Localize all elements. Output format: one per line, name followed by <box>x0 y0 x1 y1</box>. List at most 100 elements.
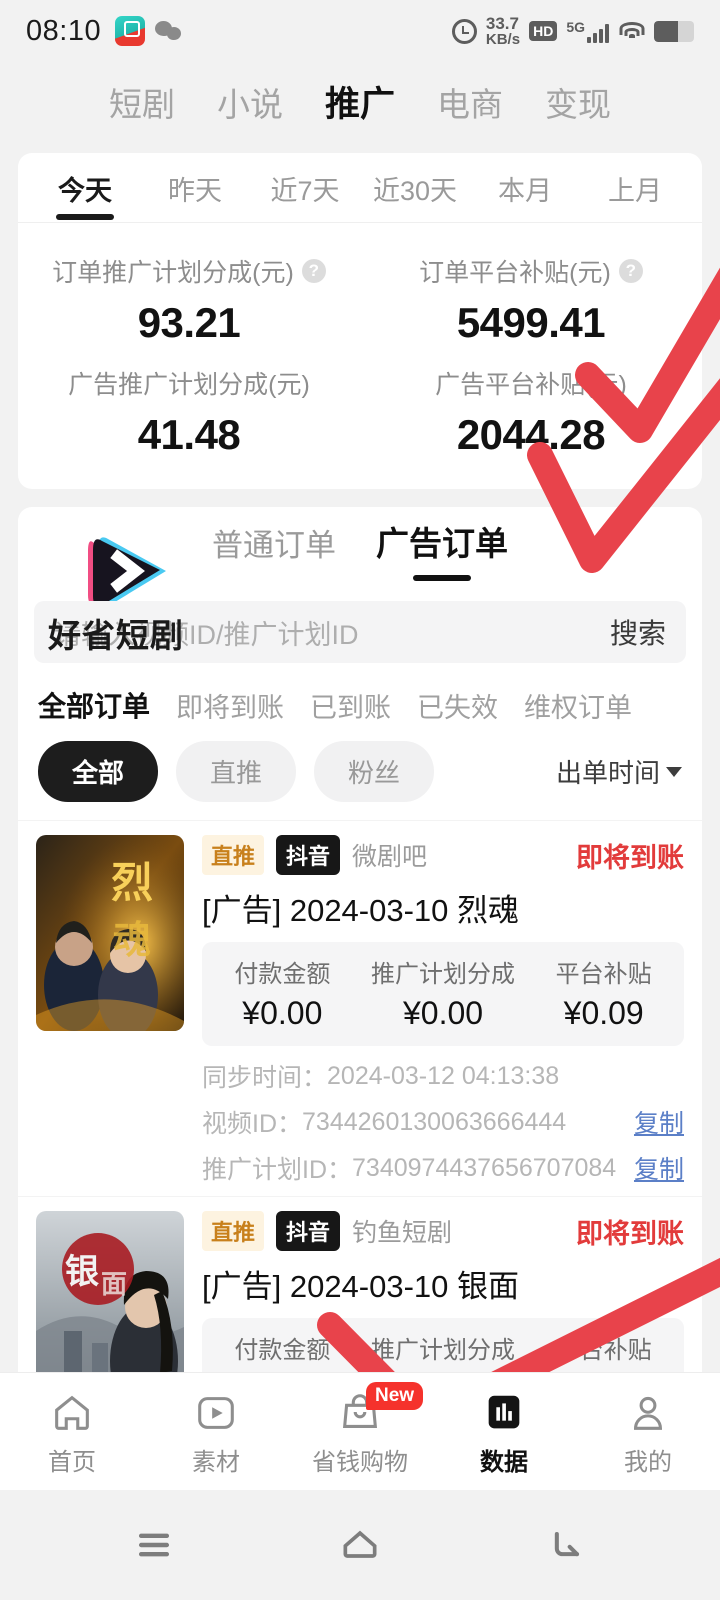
app-screen: 08:10 33.7 KB/s HD 5G 短剧 小说 推广 电商 变现 今天 … <box>0 0 720 1600</box>
order-meta-row: 直推 抖音 微剧吧 即将到账 <box>202 835 684 875</box>
search-input[interactable]: 请输入视频ID/推广计划ID <box>54 613 359 652</box>
stat-label-text: 订单推广计划分成(元) <box>52 259 294 287</box>
nav-label: 省钱购物 <box>312 1449 408 1476</box>
amount-payment: 付款金额 ¥0.00 <box>202 954 363 1032</box>
hd-icon: HD <box>529 21 558 41</box>
chip-fans[interactable]: 粉丝 <box>314 741 435 802</box>
copy-video-id-button[interactable]: 复制 <box>634 1104 684 1140</box>
date-tab-last7days[interactable]: 近7天 <box>250 153 360 222</box>
stat-order-plan-share: 订单推广计划分成(元) ? 93.21 <box>18 239 360 351</box>
back-icon[interactable] <box>538 1517 594 1573</box>
video-id-label: 视频ID： <box>202 1110 303 1138</box>
video-id-value: 7344260130063666444 <box>302 1107 567 1136</box>
date-tab-last30days[interactable]: 近30天 <box>360 153 470 222</box>
new-badge: New <box>366 1382 424 1410</box>
wechat-notification-icon <box>155 19 183 43</box>
nav-item-shopping[interactable]: New 省钱购物 <box>288 1382 432 1477</box>
nav-label: 我的 <box>624 1449 672 1476</box>
tab-xiaoshuo[interactable]: 小说 <box>217 78 283 126</box>
network-speed: 33.7 KB/s <box>486 15 520 47</box>
orders-panel-header: 普通订单 广告订单 <box>18 507 702 607</box>
tag-source: 直推 <box>202 1211 265 1251</box>
nav-item-material[interactable]: 素材 <box>144 1386 288 1477</box>
status-bar-app-icons <box>115 16 183 46</box>
status-bar: 08:10 33.7 KB/s HD 5G <box>0 0 720 62</box>
date-range-tabs: 今天 昨天 近7天 近30天 本月 上月 <box>18 153 702 223</box>
order-status-filters: 全部订单 即将到账 已到账 已失效 维权订单 <box>18 663 702 731</box>
svg-text:魂: 魂 <box>113 920 151 962</box>
amount-value: ¥0.00 <box>242 995 323 1031</box>
order-list-item[interactable]: 烈 魂 直推 抖音 微剧吧 即将到账 [广告] 2024-03-10 烈魂 付款… <box>18 820 702 1196</box>
stat-value: 5499.41 <box>456 299 606 346</box>
order-tab-ad[interactable]: 广告订单 <box>376 517 508 583</box>
plan-id-value: 7340974437656707084 <box>352 1153 617 1182</box>
top-category-tabs: 短剧 小说 推广 电商 变现 <box>0 62 720 153</box>
order-channel: 微剧吧 <box>352 843 428 871</box>
stat-label-text: 订单平台补贴(元) <box>419 259 611 287</box>
filter-all-orders[interactable]: 全部订单 <box>38 685 150 725</box>
date-tab-today[interactable]: 今天 <box>30 153 140 222</box>
filter-rights[interactable]: 维权订单 <box>524 686 632 725</box>
svg-text:面: 面 <box>101 1270 127 1299</box>
nav-label: 首页 <box>48 1449 96 1476</box>
stat-order-platform-subsidy: 订单平台补贴(元) ? 5499.41 <box>360 239 702 351</box>
order-channel: 钓鱼短剧 <box>352 1219 453 1247</box>
search-button[interactable]: 搜索 <box>610 612 666 652</box>
stat-label-text: 广告平台补贴(元) <box>435 371 627 399</box>
network-speed-value: 33.7 <box>485 14 519 33</box>
order-amounts: 付款金额 ¥0.00 推广计划分成 ¥0.00 平台补贴 ¥0.09 <box>202 942 684 1046</box>
video-icon <box>144 1386 288 1440</box>
chip-direct[interactable]: 直推 <box>176 741 297 802</box>
nav-label: 数据 <box>480 1449 528 1476</box>
video-id-row: 视频ID： 7344260130063666444 复制 <box>202 1104 684 1140</box>
search-bar[interactable]: 请输入视频ID/推广计划ID 搜索 好省短剧 <box>34 601 686 663</box>
nav-item-home[interactable]: 首页 <box>0 1386 144 1477</box>
status-bar-indicators: 33.7 KB/s HD 5G <box>451 15 694 47</box>
help-icon[interactable]: ? <box>618 259 643 283</box>
chevron-down-icon <box>666 766 682 777</box>
alarm-icon <box>451 18 477 44</box>
network-type-label: 5G <box>566 19 585 35</box>
stat-label: 广告推广计划分成(元) <box>68 365 310 401</box>
amount-value: ¥0.09 <box>563 995 644 1031</box>
stat-value: 2044.28 <box>456 411 606 458</box>
filter-received[interactable]: 已到账 <box>310 686 391 725</box>
tab-bianxian[interactable]: 变现 <box>545 78 611 126</box>
amount-label: 平台补贴 <box>555 961 652 988</box>
copy-plan-id-button[interactable]: 复制 <box>634 1150 684 1186</box>
filter-pending[interactable]: 即将到账 <box>176 686 284 725</box>
amount-label: 付款金额 <box>234 961 331 988</box>
tag-platform: 抖音 <box>276 835 341 875</box>
app-notification-icon <box>115 16 146 46</box>
plan-id-row: 推广计划ID： 7340974437656707084 复制 <box>202 1150 684 1186</box>
order-thumbnail: 烈 魂 <box>36 835 184 1031</box>
tab-duanju[interactable]: 短剧 <box>109 78 175 126</box>
amount-label: 付款金额 <box>234 1337 331 1364</box>
menu-icon[interactable] <box>126 1517 182 1573</box>
nav-item-mine[interactable]: 我的 <box>576 1386 720 1477</box>
date-tab-thismonth[interactable]: 本月 <box>470 153 580 222</box>
home-icon[interactable] <box>332 1517 388 1573</box>
stat-value: 93.21 <box>137 299 241 346</box>
help-icon[interactable]: ? <box>301 259 326 283</box>
status-badge: 即将到账 <box>576 1218 684 1249</box>
nav-label: 素材 <box>192 1449 240 1476</box>
amount-label: 推广计划分成 <box>371 961 515 988</box>
stat-value: 41.48 <box>137 411 241 458</box>
sync-time-label: 同步时间： <box>202 1064 328 1092</box>
filter-expired[interactable]: 已失效 <box>417 686 498 725</box>
tab-dianshang[interactable]: 电商 <box>437 78 503 126</box>
svg-text:烈: 烈 <box>111 861 153 907</box>
order-tab-normal[interactable]: 普通订单 <box>212 520 336 583</box>
date-tab-yesterday[interactable]: 昨天 <box>140 153 250 222</box>
sync-time-value: 2024-03-12 04:13:38 <box>327 1061 560 1090</box>
stat-label: 订单推广计划分成(元) ? <box>52 253 326 289</box>
chip-all[interactable]: 全部 <box>38 741 159 802</box>
nav-item-data[interactable]: 数据 <box>432 1386 576 1477</box>
tab-tuiguang[interactable]: 推广 <box>325 76 395 127</box>
order-source-chips: 全部 直推 粉丝 出单时间 <box>18 731 702 820</box>
date-tab-lastmonth[interactable]: 上月 <box>580 153 690 222</box>
sort-dropdown[interactable]: 出单时间 <box>556 753 682 790</box>
battery-icon <box>654 20 694 42</box>
amount-value: ¥0.00 <box>402 995 484 1031</box>
